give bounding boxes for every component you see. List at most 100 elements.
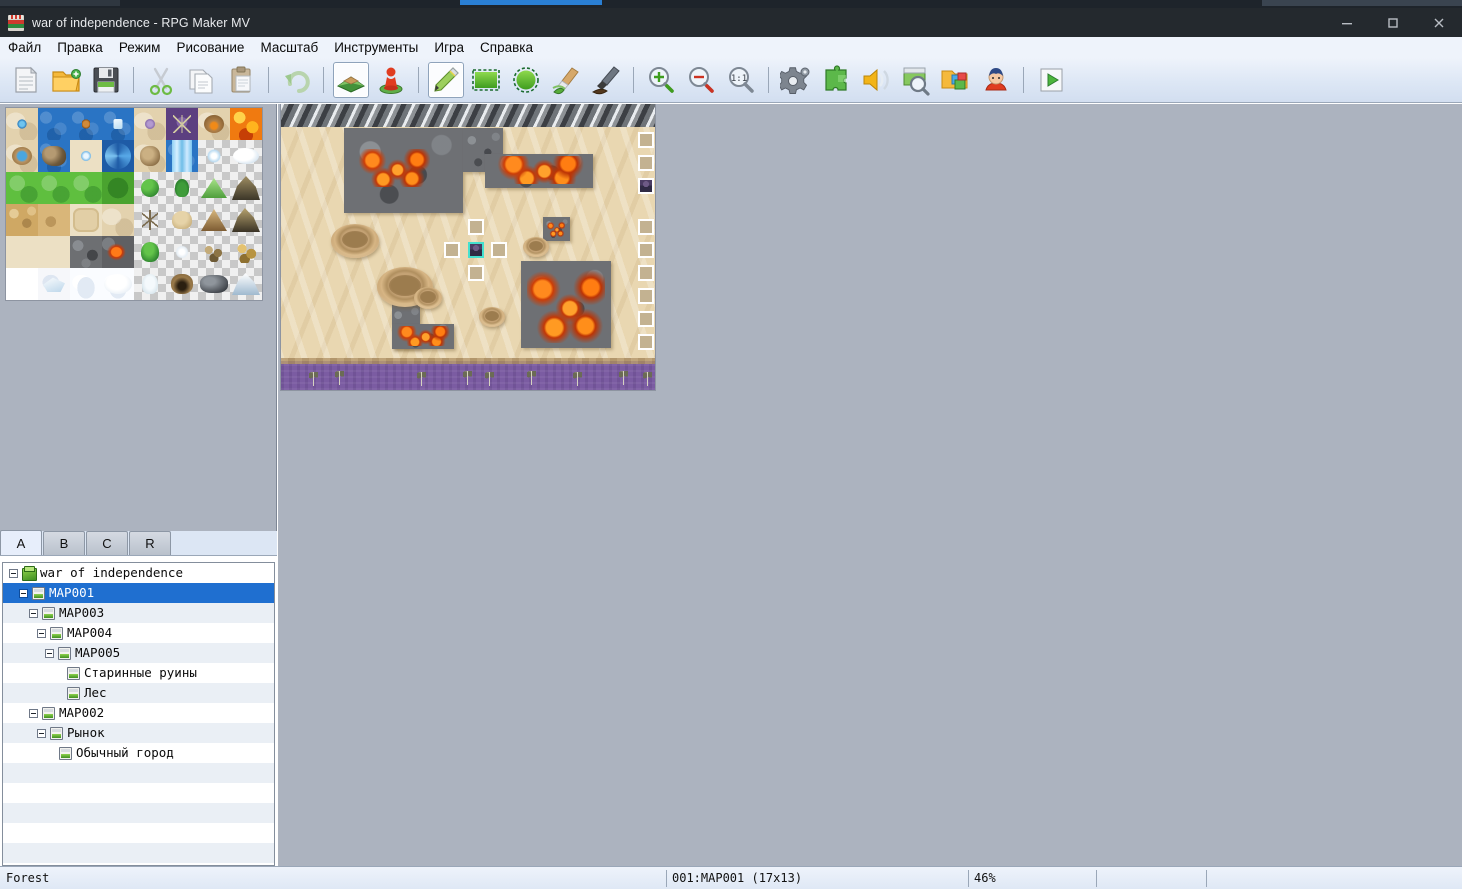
ellipse-tool-button[interactable] [508, 62, 544, 98]
tile-white-blank[interactable] [6, 268, 38, 300]
tileset-tab-b[interactable]: B [43, 531, 85, 555]
pencil-tool-button[interactable] [428, 62, 464, 98]
tile-water-crystal[interactable] [70, 140, 102, 172]
tree-item-map001[interactable]: MAP001 [3, 583, 274, 603]
tile-rocky-mountain[interactable] [230, 204, 262, 236]
map-event-marker[interactable] [638, 178, 654, 194]
menu-game[interactable]: Игра [426, 38, 472, 58]
menu-mode[interactable]: Режим [111, 38, 169, 58]
tile-waterfall[interactable] [166, 140, 198, 172]
tile-stone-grey[interactable] [70, 236, 102, 268]
menu-draw[interactable]: Рисование [168, 38, 252, 58]
tile-sand-gem2[interactable] [134, 108, 166, 140]
map-event-marker[interactable] [638, 219, 654, 235]
database-button[interactable] [778, 62, 814, 98]
tile-dark-rocks[interactable] [198, 268, 230, 300]
playtest-button[interactable] [1033, 62, 1069, 98]
sound-test-button[interactable] [858, 62, 894, 98]
tile-grass-light[interactable] [6, 172, 38, 204]
tile-brown-mountain[interactable] [198, 204, 230, 236]
tile-cave-entrance[interactable] [166, 268, 198, 300]
maximize-button[interactable] [1370, 8, 1416, 37]
map-event-marker[interactable] [468, 219, 484, 235]
minimize-button[interactable] [1324, 8, 1370, 37]
expander-icon[interactable] [9, 568, 18, 578]
map-event-marker[interactable] [638, 132, 654, 148]
close-button[interactable] [1416, 8, 1462, 37]
tile-water-shallow-ore[interactable] [70, 108, 102, 140]
expander-icon[interactable] [19, 588, 28, 598]
tile-grass-dark[interactable] [102, 172, 134, 204]
tile-lava[interactable] [230, 108, 262, 140]
tile-water-shallow[interactable] [38, 108, 70, 140]
tile-water-ice[interactable] [102, 108, 134, 140]
tile-dirt-pale[interactable] [70, 204, 102, 236]
save-project-button[interactable] [88, 62, 124, 98]
expander-icon[interactable] [29, 708, 38, 718]
map-tree[interactable]: war of independence MAP001 MAP003 MAP004… [2, 562, 275, 866]
map-event-marker[interactable] [638, 265, 654, 281]
tile-sand-rock-cross[interactable] [134, 140, 166, 172]
menu-scale[interactable]: Масштаб [252, 38, 326, 58]
tile-ice-crystal[interactable] [198, 140, 230, 172]
tile-sand-pond[interactable] [6, 140, 38, 172]
tile-dark-mountain[interactable] [230, 172, 262, 204]
new-project-button[interactable] [8, 62, 44, 98]
tile-sand-plain[interactable] [102, 204, 134, 236]
paste-button[interactable] [223, 62, 259, 98]
character-generator-button[interactable] [978, 62, 1014, 98]
undo-button[interactable] [278, 62, 314, 98]
rectangle-tool-button[interactable] [468, 62, 504, 98]
tree-item-forest[interactable]: Лес [3, 683, 274, 703]
tile-sand-pale2[interactable] [6, 236, 38, 268]
tile-green-hill[interactable] [198, 172, 230, 204]
tile-snow-star[interactable] [166, 236, 198, 268]
tree-item-project[interactable]: war of independence [3, 563, 274, 583]
tile-dirt-rough[interactable] [6, 204, 38, 236]
tile-sand-mound[interactable] [166, 204, 198, 236]
flood-fill-tool-button[interactable] [548, 62, 584, 98]
tile-sand-pale3[interactable] [38, 236, 70, 268]
tile-pine-small[interactable] [166, 172, 198, 204]
tile-purple-plant[interactable] [166, 108, 198, 140]
zoom-out-button[interactable] [683, 62, 719, 98]
tile-dirt-gold[interactable] [38, 204, 70, 236]
cut-button[interactable] [143, 62, 179, 98]
tile-gold-rocks[interactable] [230, 236, 262, 268]
tile-water-whirlpool[interactable] [102, 140, 134, 172]
tileset-palette-panel[interactable] [0, 104, 277, 531]
expander-icon[interactable] [45, 648, 54, 658]
plugin-manager-button[interactable] [818, 62, 854, 98]
tree-item-map002[interactable]: MAP002 [3, 703, 274, 723]
tile-tree-round[interactable] [134, 172, 166, 204]
tree-item-map005[interactable]: MAP005 [3, 643, 274, 663]
zoom-actual-size-button[interactable]: 1:1 [723, 62, 759, 98]
tile-rock-pile[interactable] [198, 236, 230, 268]
tileset-grid[interactable] [5, 107, 263, 301]
event-search-button[interactable] [898, 62, 934, 98]
resource-manager-button[interactable] [938, 62, 974, 98]
tile-cloud-big[interactable] [102, 268, 134, 300]
map-mode-button[interactable] [333, 62, 369, 98]
open-project-button[interactable] [48, 62, 84, 98]
tileset-tab-a[interactable]: A [0, 530, 42, 555]
tile-lava-rock[interactable] [102, 236, 134, 268]
zoom-in-button[interactable] [643, 62, 679, 98]
expander-icon[interactable] [37, 728, 46, 738]
menu-file[interactable]: Файл [0, 38, 49, 58]
tile-sand-boulder-fire[interactable] [198, 108, 230, 140]
map-event-marker[interactable] [638, 242, 654, 258]
tileset-tab-r[interactable]: R [129, 531, 171, 555]
tile-ice-shard[interactable] [38, 268, 70, 300]
menu-edit[interactable]: Правка [49, 38, 111, 58]
map-event-marker[interactable] [491, 242, 507, 258]
menu-tools[interactable]: Инструменты [326, 38, 426, 58]
tile-tree-green[interactable] [134, 236, 166, 268]
tree-item-ordinary-town[interactable]: Обычный город [3, 743, 274, 763]
map-event-marker[interactable] [638, 334, 654, 350]
menu-help[interactable]: Справка [472, 38, 541, 58]
expander-icon[interactable] [37, 628, 46, 638]
tree-item-map004[interactable]: MAP004 [3, 623, 274, 643]
tileset-tab-c[interactable]: C [86, 531, 128, 555]
shadow-pen-tool-button[interactable] [588, 62, 624, 98]
